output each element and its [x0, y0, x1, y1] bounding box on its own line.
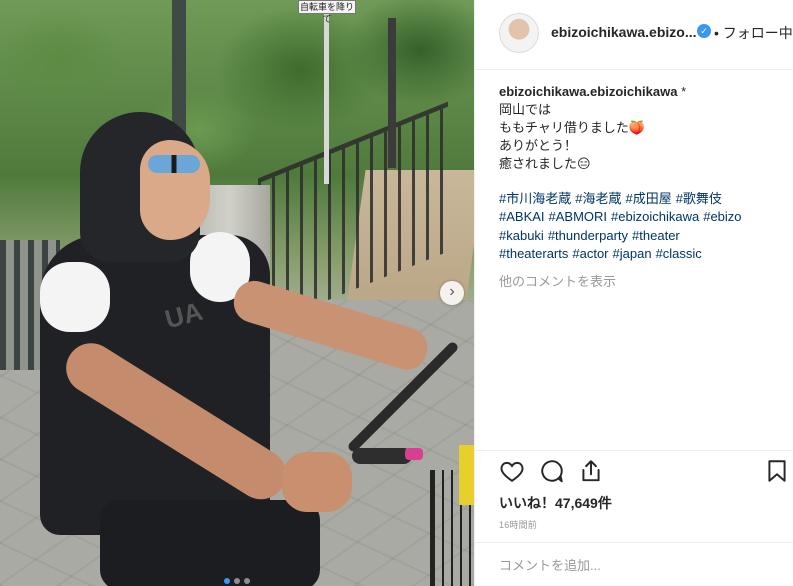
left-sleeve	[40, 262, 110, 332]
sign-post	[324, 14, 329, 184]
header-username[interactable]: ebizoichikawa.ebizo...	[551, 24, 696, 40]
brake-lever	[405, 448, 423, 460]
yellow-item	[459, 445, 474, 505]
verified-badge-icon: ✓	[697, 24, 711, 38]
hashtag-link[interactable]: #actor	[572, 246, 608, 261]
heart-icon[interactable]	[499, 458, 525, 484]
sunglasses	[148, 155, 200, 173]
handle-grip	[352, 448, 412, 464]
carousel-dot-1[interactable]	[224, 578, 230, 584]
caption-asterisk: *	[681, 84, 687, 99]
caption-username[interactable]: ebizoichikawa.ebizoichikawa	[499, 84, 677, 99]
street-lamp	[388, 18, 396, 168]
post-header: ebizoichikawa.ebizo... ✓ • フォロー中	[475, 0, 793, 70]
hashtag-link[interactable]: #市川海老蔵	[499, 191, 571, 206]
hashtag-link[interactable]: #japan	[613, 246, 652, 261]
bicycle-sign: 自転車を降りて	[298, 0, 356, 24]
hashtag-link[interactable]: #classic	[656, 246, 702, 261]
like-count[interactable]: いいね！47,649件	[499, 493, 612, 513]
hand	[282, 452, 352, 512]
hashtag-link[interactable]: #ABMORI	[549, 209, 608, 224]
caption-line: 岡山では	[499, 102, 552, 117]
hashtag-link[interactable]: #成田屋	[625, 191, 671, 206]
hashtag-link[interactable]: #kabuki	[499, 228, 544, 243]
hashtag-link[interactable]: #ebizoichikawa	[611, 209, 699, 224]
hashtag-link[interactable]: #歌舞伎	[676, 191, 722, 206]
carousel-dot-3[interactable]	[244, 578, 250, 584]
follow-status-button[interactable]: • フォロー中	[714, 23, 793, 43]
caption-line: ももチャリ借りました🍑	[499, 120, 646, 135]
hashtag-link[interactable]: #ABKAI	[499, 209, 545, 224]
hashtag-list: #市川海老蔵 #海老蔵 #成田屋 #歌舞伎 #ABKAI #ABMORI #ebizoic…	[499, 190, 789, 264]
hashtag-link[interactable]: #ebizo	[703, 209, 741, 224]
post-timestamp[interactable]: 16時間前	[499, 518, 537, 531]
post-caption: ebizoichikawa.ebizoichikawa * 岡山では ももチャリ…	[499, 83, 784, 173]
hashtag-link[interactable]: #theater	[632, 228, 680, 243]
share-icon[interactable]	[578, 458, 604, 484]
post-sidebar: ebizoichikawa.ebizo... ✓ • フォロー中 ebizoic…	[474, 0, 793, 586]
hashtag-link[interactable]: #theaterarts	[499, 246, 568, 261]
carousel-dot-2[interactable]	[234, 578, 240, 584]
hashtag-link[interactable]: #thunderparty	[548, 228, 628, 243]
caption-line: 癒されました😑	[499, 156, 591, 171]
comment-icon[interactable]	[539, 458, 565, 484]
hashtag-link[interactable]: #海老蔵	[575, 191, 621, 206]
comment-input[interactable]	[499, 556, 729, 574]
caption-line: ありがとう！	[499, 138, 578, 153]
carousel-dots	[0, 571, 474, 586]
post-photo[interactable]: 自転車を降りて UA ›	[0, 0, 474, 586]
next-image-button[interactable]: ›	[440, 281, 464, 305]
bookmark-icon[interactable]	[764, 458, 790, 484]
view-more-comments-link[interactable]: 他のコメントを表示	[499, 271, 616, 290]
avatar[interactable]	[499, 13, 539, 53]
